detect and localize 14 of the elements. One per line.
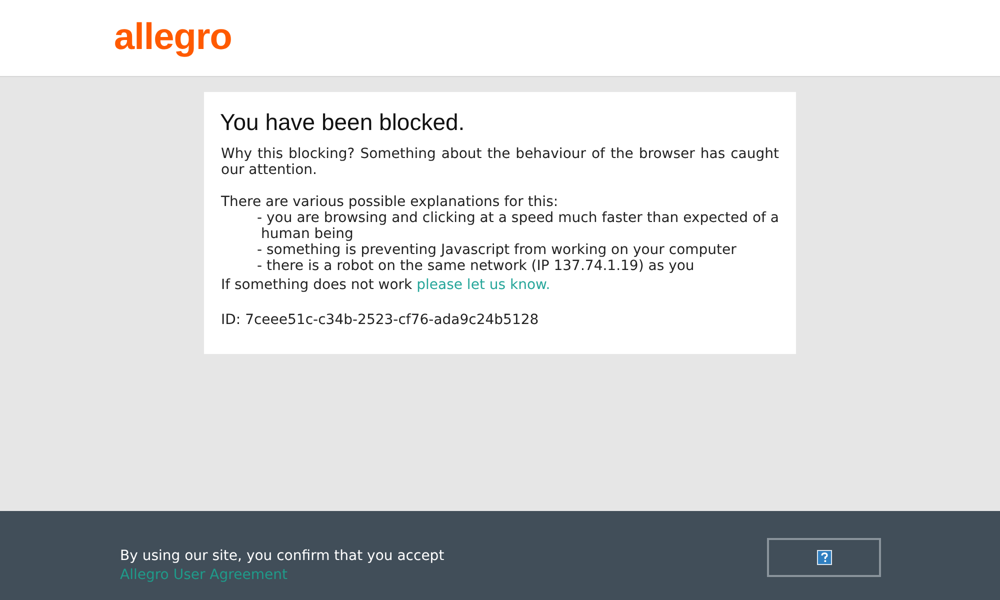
intro-paragraph: Why this blocking? Something about the behaviour of the browser has caught our attention. [221, 146, 779, 178]
request-id-text: ID: 7ceee51c-c34b-2523-cf76-ada9c24b5128 [221, 311, 540, 329]
contact-link[interactable]: please let us know. [416, 277, 550, 293]
allegro-logo[interactable]: allegro [114, 18, 232, 54]
user-agreement-link[interactable]: Allegro User Agreement [120, 567, 288, 583]
explanation-item: - you are browsing and clicking at a speed much faster than expected of a human being [256, 210, 779, 242]
explanations-heading: There are various possible explanations for this: [221, 194, 560, 210]
notice-title: You have been blocked. [220, 108, 466, 136]
icon-button[interactable] [767, 538, 881, 577]
contact-text: If something does not work [221, 277, 412, 293]
question-mark-icon [816, 550, 832, 565]
consent-text: By using our site, you confirm that you accept Allegro User Agreement [120, 547, 446, 585]
explanation-item: - something is preventing Javascript from working on your computer [256, 242, 738, 258]
explanation-item: - there is a robot on the same network (IP 137.74.1.19) as you [256, 258, 696, 274]
